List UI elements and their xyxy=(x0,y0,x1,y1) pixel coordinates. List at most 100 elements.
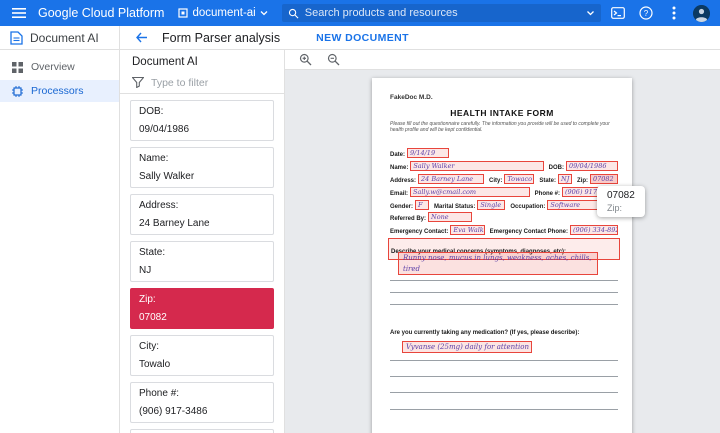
cloud-shell-icon[interactable] xyxy=(609,4,627,22)
annotation-zip[interactable]: 07082 xyxy=(590,174,618,184)
annotation-state[interactable]: NJ xyxy=(558,174,572,184)
sidebar-item-label: Processors xyxy=(31,85,84,97)
annotation-dob[interactable]: 09/04/1986 xyxy=(566,161,618,171)
tooltip-label: Zip: xyxy=(607,203,635,213)
page-title: Form Parser analysis xyxy=(162,31,280,45)
back-arrow-icon[interactable] xyxy=(132,29,150,47)
search-input[interactable] xyxy=(305,7,580,19)
field-card-dob[interactable]: DOB: 09/04/1986 xyxy=(130,100,274,141)
viewer-canvas[interactable]: FakeDoc M.D. HEALTH INTAKE FORM Please f… xyxy=(285,70,720,433)
menu-icon[interactable] xyxy=(8,2,30,24)
zoom-in-icon[interactable] xyxy=(297,52,313,68)
doc-instructions: Please fill out the questionnaire carefu… xyxy=(390,121,616,133)
field-value: NJ xyxy=(139,265,265,276)
document-viewer: FakeDoc M.D. HEALTH INTAKE FORM Please f… xyxy=(285,50,720,433)
viewer-toolbar xyxy=(285,50,720,70)
field-card-name[interactable]: Name: Sally Walker xyxy=(130,147,274,188)
field-value: Sally Walker xyxy=(139,171,265,182)
doc-section-label: Are you currently taking any medication?… xyxy=(390,330,618,336)
overview-icon xyxy=(12,62,23,73)
field-label: Phone #: xyxy=(139,388,265,399)
doc-row-address: Address: 24 Barney Lane City: Towaco Sta… xyxy=(390,174,618,184)
field-card-partial[interactable] xyxy=(130,429,274,433)
doc-field-label: Referred By: xyxy=(390,216,426,222)
field-card-address[interactable]: Address: 24 Barney Lane xyxy=(130,194,274,235)
topbar-actions: ? xyxy=(609,4,712,22)
doc-row-referred: Referred By: None xyxy=(390,212,618,222)
annotation-email[interactable]: Sally.w@cmail.com xyxy=(410,187,530,197)
zoom-out-icon[interactable] xyxy=(325,52,341,68)
ruled-line xyxy=(390,304,618,305)
gcp-logo[interactable]: Google Cloud Platform xyxy=(38,6,164,20)
more-vert-icon[interactable] xyxy=(665,4,683,22)
doc-row-email-phone: Email: Sally.w@cmail.com Phone #: (906) … xyxy=(390,187,618,197)
annotation-emergency-phone[interactable]: (906) 334-8926 xyxy=(570,225,618,235)
field-card-phone[interactable]: Phone #: (906) 917-3486 xyxy=(130,382,274,423)
help-icon[interactable]: ? xyxy=(637,4,655,22)
annotation-name[interactable]: Sally Walker xyxy=(410,161,543,171)
app-bar: Form Parser analysis NEW DOCUMENT xyxy=(120,26,720,50)
filter-icon xyxy=(132,77,144,88)
doc-field-label: State: xyxy=(539,178,556,184)
annotation-city[interactable]: Towaco xyxy=(504,174,534,184)
ruled-line xyxy=(390,280,618,281)
field-label: Name: xyxy=(139,153,265,164)
ruled-line xyxy=(390,292,618,293)
doc-row-gender: Gender: F Marital Status: Single Occupat… xyxy=(390,200,618,210)
doc-row-emergency: Emergency Contact: Eva Walker Emergency … xyxy=(390,225,618,235)
doc-field-label: Address: xyxy=(390,178,416,184)
doc-field-label: Occupation: xyxy=(510,204,545,210)
doc-field-label: DOB: xyxy=(549,165,564,171)
doc-field-label: Date: xyxy=(390,152,405,158)
field-list: DOB: 09/04/1986 Name: Sally Walker Addre… xyxy=(120,94,284,433)
field-value: 09/04/1986 xyxy=(139,124,265,135)
doc-field-label: Emergency Contact: xyxy=(390,229,448,235)
ruled-line xyxy=(390,409,618,410)
avatar[interactable] xyxy=(693,5,710,22)
search-icon xyxy=(288,8,299,19)
sidebar-title: Document AI xyxy=(30,31,99,45)
annotation-medication-value[interactable]: Vyvanse (25mg) daily for attention xyxy=(402,341,532,353)
sidebar: Document AI Overview Processors xyxy=(0,26,120,433)
doc-field-label: Marital Status: xyxy=(434,204,475,210)
svg-text:?: ? xyxy=(644,9,649,18)
field-label: State: xyxy=(139,247,265,258)
annotation-marital-status[interactable]: Single xyxy=(477,200,505,210)
field-value: 07082 xyxy=(139,312,265,323)
annotation-address[interactable]: 24 Barney Lane xyxy=(418,174,484,184)
ruled-line xyxy=(390,376,618,377)
global-search xyxy=(282,4,601,22)
sidebar-item-overview[interactable]: Overview xyxy=(0,56,119,78)
ruled-line xyxy=(390,360,618,361)
annotation-emergency-contact[interactable]: Eva Walker xyxy=(450,225,484,235)
doc-field-label: Name: xyxy=(390,165,408,171)
doc-field-label: Zip: xyxy=(577,178,588,184)
app-window: Google Cloud Platform document-ai ? xyxy=(0,0,720,433)
doc-field-label: City: xyxy=(489,178,502,184)
sidebar-item-processors[interactable]: Processors xyxy=(0,80,119,102)
filter-row xyxy=(120,72,284,94)
annotation-referred-by[interactable]: None xyxy=(428,212,472,222)
field-label: City: xyxy=(139,341,265,352)
ruled-line xyxy=(390,392,618,393)
annotation-medical-concerns-value[interactable]: Runny nose, mucus in lungs, weakness, ac… xyxy=(398,252,598,275)
annotation-gender[interactable]: F xyxy=(415,200,429,210)
project-icon xyxy=(178,8,188,18)
field-value: 24 Barney Lane xyxy=(139,218,265,229)
doc-field-label: Emergency Contact Phone: xyxy=(490,229,568,235)
field-label: Address: xyxy=(139,200,265,211)
top-bar: Google Cloud Platform document-ai ? xyxy=(0,0,720,26)
doc-field-label: Phone #: xyxy=(535,191,560,197)
new-document-button[interactable]: NEW DOCUMENT xyxy=(316,32,409,44)
search-chevron-down-icon[interactable] xyxy=(586,10,595,16)
annotation-date[interactable]: 9/14/19 xyxy=(407,148,449,158)
project-name: document-ai xyxy=(192,7,255,19)
field-card-state[interactable]: State: NJ xyxy=(130,241,274,282)
doc-row-name-dob: Name: Sally Walker DOB: 09/04/1986 xyxy=(390,161,618,171)
filter-input[interactable] xyxy=(151,77,272,89)
sidebar-item-label: Overview xyxy=(31,61,75,73)
field-card-zip[interactable]: Zip: 07082 xyxy=(130,288,274,329)
fields-panel-title: Document AI xyxy=(120,50,284,72)
field-card-city[interactable]: City: Towalo xyxy=(130,335,274,376)
project-selector[interactable]: document-ai xyxy=(172,5,273,21)
